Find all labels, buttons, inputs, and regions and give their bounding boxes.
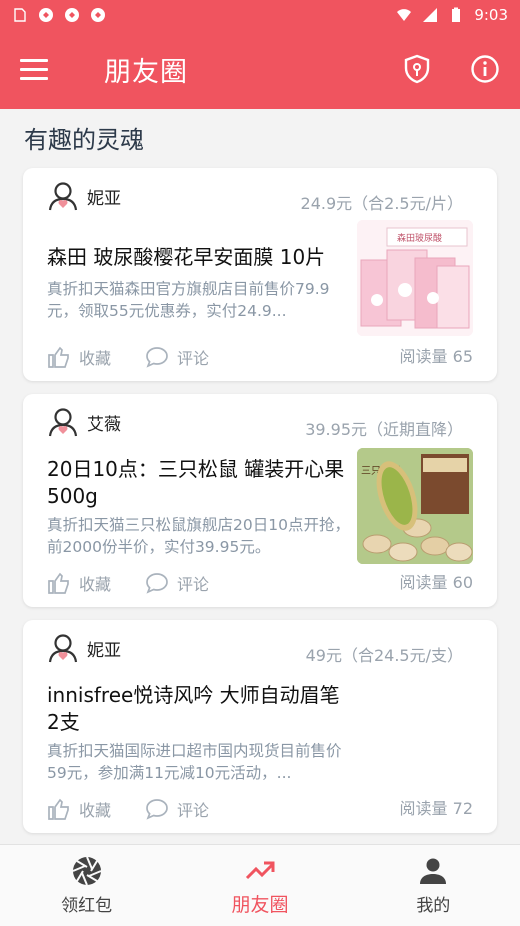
post-description: 真折扣天猫国际进口超市国内现货目前售价59元，参加满11元减10元活动，... bbox=[47, 742, 342, 782]
post-description: 真折扣天猫三只松鼠旗舰店20日10点开抢，前2000份半价，实付39.95元。 bbox=[47, 516, 350, 556]
post-title[interactable]: 20日10点：三只松鼠 罐装开心果 500g bbox=[47, 456, 357, 510]
collect-button[interactable]: 收藏 bbox=[47, 345, 111, 369]
aperture-icon bbox=[72, 856, 102, 886]
author-name: 艾薇 bbox=[87, 414, 121, 435]
app-notification-icon bbox=[39, 7, 53, 22]
comment-icon bbox=[146, 573, 168, 594]
thumb-up-icon bbox=[48, 572, 69, 594]
post-card[interactable]: 妮亚 24.9元（合2.5元/片） 森田 玻尿酸樱花早安面膜 10片 真折扣天猫… bbox=[23, 168, 497, 381]
facemask-product-image: 森田玻尿酸 bbox=[357, 220, 473, 336]
post-author: 艾薇 bbox=[47, 406, 121, 438]
bottom-navigation: 领红包 朋友圈 我的 bbox=[0, 844, 520, 926]
post-author: 妮亚 bbox=[47, 632, 121, 664]
nav-label: 我的 bbox=[416, 896, 451, 916]
section-title: 有趣的灵魂 bbox=[24, 126, 144, 154]
status-time: 9:03 bbox=[474, 5, 508, 24]
info-icon[interactable] bbox=[470, 54, 500, 84]
nav-item-mine[interactable]: 我的 bbox=[347, 845, 520, 926]
collect-button[interactable]: 收藏 bbox=[47, 797, 111, 821]
shield-key-icon[interactable] bbox=[402, 54, 432, 84]
thumb-up-icon bbox=[48, 346, 69, 368]
post-actions: 收藏 评论 bbox=[47, 345, 209, 369]
read-count: 阅读量 60 bbox=[399, 573, 473, 592]
collect-label: 收藏 bbox=[79, 349, 112, 368]
avatar-icon bbox=[48, 634, 78, 663]
trending-up-icon bbox=[245, 861, 275, 880]
nav-label: 领红包 bbox=[61, 896, 113, 916]
collect-label: 收藏 bbox=[79, 575, 112, 594]
nav-item-red-packet[interactable]: 领红包 bbox=[0, 845, 173, 926]
post-author: 妮亚 bbox=[47, 180, 121, 212]
wifi-icon bbox=[397, 8, 412, 21]
person-icon bbox=[420, 858, 447, 884]
sd-card-icon bbox=[14, 7, 26, 22]
post-price: 24.9元（合2.5元/片） bbox=[300, 194, 463, 213]
post-title[interactable]: innisfree悦诗风吟 大师自动眉笔 2支 bbox=[47, 682, 347, 736]
app-notification-icon bbox=[65, 7, 79, 22]
app-notification-icon bbox=[91, 7, 105, 22]
collect-label: 收藏 bbox=[79, 801, 112, 820]
comment-button[interactable]: 评论 bbox=[145, 571, 209, 595]
app-title: 朋友圈 bbox=[104, 56, 188, 88]
post-actions: 收藏 评论 bbox=[47, 571, 209, 595]
nav-item-moments[interactable]: 朋友圈 bbox=[173, 845, 346, 926]
post-description: 真折扣天猫森田官方旗舰店目前售价79.9元，领取55元优惠券，实付24.9... bbox=[47, 280, 330, 320]
read-count: 阅读量 65 bbox=[399, 347, 473, 366]
post-actions: 收藏 评论 bbox=[47, 797, 209, 821]
author-name: 妮亚 bbox=[87, 640, 121, 661]
menu-icon[interactable] bbox=[20, 49, 60, 89]
battery-icon bbox=[452, 7, 461, 22]
post-thumbnail[interactable]: 森田玻尿酸 bbox=[357, 220, 473, 336]
avatar-icon bbox=[48, 408, 78, 437]
comment-button[interactable]: 评论 bbox=[145, 345, 209, 369]
avatar-icon bbox=[48, 182, 78, 211]
post-card[interactable]: 妮亚 49元（合24.5元/支） innisfree悦诗风吟 大师自动眉笔 2支… bbox=[23, 620, 497, 833]
app-bar: 朋友圈 bbox=[0, 29, 520, 109]
post-price: 49元（合24.5元/支） bbox=[305, 646, 463, 665]
comment-button[interactable]: 评论 bbox=[145, 797, 209, 821]
signal-icon bbox=[423, 7, 438, 22]
post-price: 39.95元（近期直降） bbox=[305, 420, 463, 439]
comment-label: 评论 bbox=[177, 575, 210, 594]
status-bar: 9:03 bbox=[0, 0, 520, 29]
comment-label: 评论 bbox=[177, 801, 210, 820]
read-count: 阅读量 72 bbox=[399, 799, 473, 818]
nav-label: 朋友圈 bbox=[231, 894, 289, 916]
pistachio-product-image: 三只松鼠 bbox=[357, 448, 473, 564]
collect-button[interactable]: 收藏 bbox=[47, 571, 111, 595]
author-name: 妮亚 bbox=[87, 188, 121, 209]
post-title[interactable]: 森田 玻尿酸樱花早安面膜 10片 bbox=[47, 244, 357, 271]
comment-icon bbox=[146, 347, 168, 368]
thumb-brand-text: 森田玻尿酸 bbox=[397, 232, 442, 244]
thumb-up-icon bbox=[48, 798, 69, 820]
post-thumbnail[interactable]: 三只松鼠 bbox=[357, 448, 473, 564]
comment-label: 评论 bbox=[177, 349, 210, 368]
post-card[interactable]: 艾薇 39.95元（近期直降） 20日10点：三只松鼠 罐装开心果 500g 真… bbox=[23, 394, 497, 607]
comment-icon bbox=[146, 799, 168, 820]
